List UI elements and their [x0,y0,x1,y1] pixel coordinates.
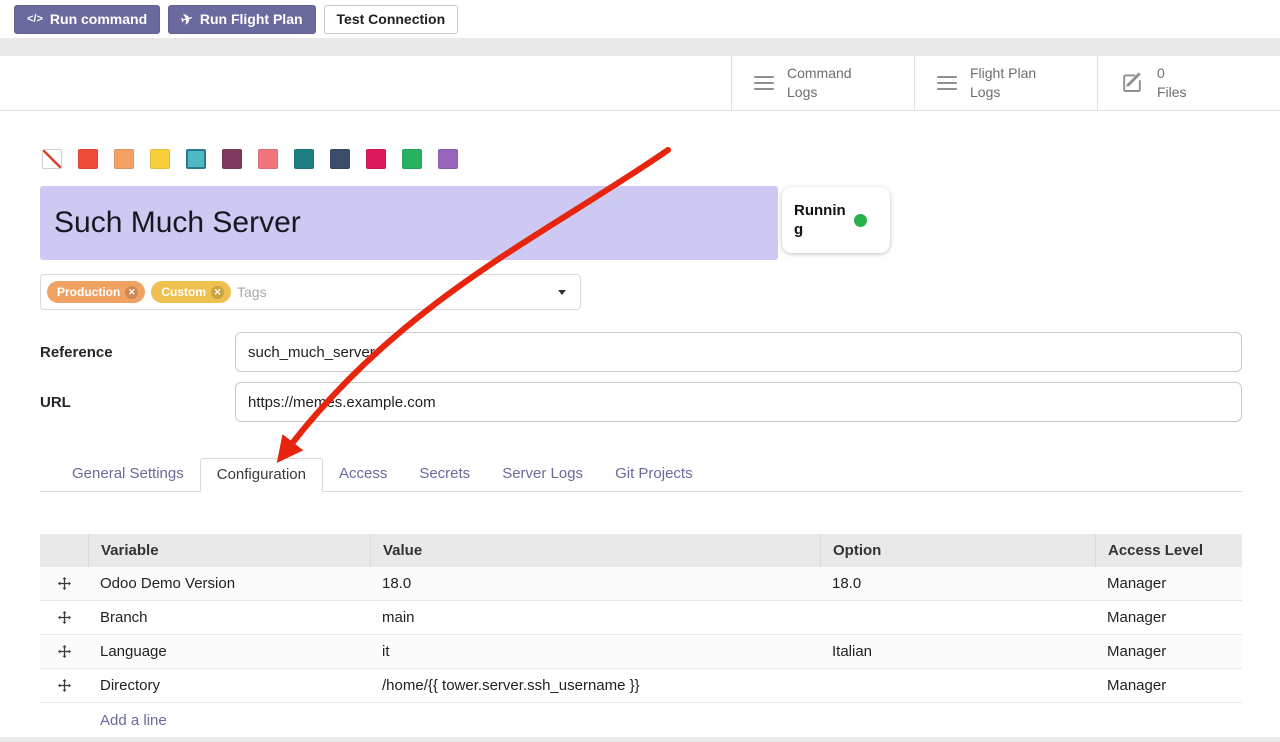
remove-tag-icon[interactable]: ✕ [211,286,224,299]
flight-plan-logs-button[interactable]: Flight Plan Logs [914,56,1097,110]
server-form-page: </> Run command ✈ Run Flight Plan Test C… [0,0,1280,742]
column-value: Value [370,534,820,567]
form-content: Such Much Server Running Production ✕ Cu… [0,149,1280,737]
drag-handle-icon[interactable] [40,645,88,658]
add-line-link[interactable]: Add a line [100,712,167,729]
table-header: Variable Value Option Access Level [40,534,1242,567]
table-row[interactable]: Language it Italian Manager [40,635,1242,669]
color-swatch-orange[interactable] [114,149,134,169]
cell-access-level[interactable]: Manager [1095,609,1242,626]
tags-input[interactable]: Production ✕ Custom ✕ Tags [40,274,581,310]
column-handle [40,534,88,567]
tags-placeholder: Tags [237,284,267,300]
run-flight-plan-label: Run Flight Plan [200,11,303,27]
tag-label: Production [57,285,120,299]
drag-handle-icon[interactable] [40,611,88,624]
tag-production: Production ✕ [47,281,145,303]
url-input[interactable] [235,382,1242,422]
reference-label: Reference [40,344,235,361]
list-lines-icon [754,76,774,91]
color-swatch-teal[interactable] [294,149,314,169]
command-logs-label: Command Logs [787,64,852,102]
status-dot [854,214,867,227]
tab-server-logs[interactable]: Server Logs [486,458,599,491]
tabs-bar: General Settings Configuration Access Se… [40,458,1242,492]
color-swatch-purple[interactable] [438,149,458,169]
tag-label: Custom [161,285,206,299]
cell-variable[interactable]: Directory [88,677,370,694]
tab-secrets[interactable]: Secrets [403,458,486,491]
files-button[interactable]: 0 Files [1097,56,1280,110]
tab-git-projects[interactable]: Git Projects [599,458,709,491]
color-swatch-cyan[interactable] [186,149,206,169]
paper-plane-icon: ✈ [179,9,194,28]
cell-option[interactable]: 18.0 [820,575,1095,592]
cell-variable[interactable]: Language [88,643,370,660]
column-access-level: Access Level [1095,534,1242,567]
chevron-down-icon[interactable] [558,290,566,295]
table-row[interactable]: Odoo Demo Version 18.0 18.0 Manager [40,567,1242,601]
color-picker [42,149,1242,169]
color-swatch-magenta[interactable] [366,149,386,169]
color-swatch-plum[interactable] [222,149,242,169]
table-row[interactable]: Branch main Manager [40,601,1242,635]
color-swatch-no-color[interactable] [42,149,62,169]
cell-access-level[interactable]: Manager [1095,677,1242,694]
command-logs-button[interactable]: Command Logs [731,56,914,110]
header-strip: Command Logs Flight Plan Logs 0 Files [0,56,1280,111]
color-swatch-red[interactable] [78,149,98,169]
code-icon: </> [27,13,43,25]
color-swatch-green[interactable] [402,149,422,169]
status-card[interactable]: Running [782,187,890,253]
tag-custom: Custom ✕ [151,281,231,303]
top-toolbar: </> Run command ✈ Run Flight Plan Test C… [0,0,1280,38]
cell-access-level[interactable]: Manager [1095,643,1242,660]
tab-general-settings[interactable]: General Settings [56,458,200,491]
add-line-row: Add a line [40,703,1242,737]
drag-handle-icon[interactable] [40,577,88,590]
remove-tag-icon[interactable]: ✕ [125,286,138,299]
cell-variable[interactable]: Branch [88,609,370,626]
separator-band [0,38,1280,56]
url-label: URL [40,394,235,411]
cell-value[interactable]: it [370,643,820,660]
url-field-row: URL [40,382,1242,422]
cell-value[interactable]: 18.0 [370,575,820,592]
run-command-button[interactable]: </> Run command [14,5,160,34]
cell-option[interactable]: Italian [820,643,1095,660]
configuration-table: Variable Value Option Access Level Odoo … [40,534,1242,737]
title-row: Such Much Server Running [40,186,1242,260]
tab-configuration[interactable]: Configuration [200,458,323,492]
color-swatch-yellow[interactable] [150,149,170,169]
edit-icon [1120,70,1144,97]
color-swatch-salmon[interactable] [258,149,278,169]
reference-input[interactable] [235,332,1242,372]
tab-access[interactable]: Access [323,458,403,491]
cell-value[interactable]: main [370,609,820,626]
list-lines-icon [937,76,957,91]
cell-value[interactable]: /home/{{ tower.server.ssh_username }} [370,677,820,694]
files-label: 0 Files [1157,64,1187,102]
drag-handle-icon[interactable] [40,679,88,692]
cell-variable[interactable]: Odoo Demo Version [88,575,370,592]
color-swatch-navy[interactable] [330,149,350,169]
bottom-separator-band [0,737,1280,742]
server-name-input[interactable]: Such Much Server [40,186,778,260]
column-option: Option [820,534,1095,567]
reference-field-row: Reference [40,332,1242,372]
test-connection-button[interactable]: Test Connection [324,5,459,34]
table-row[interactable]: Directory /home/{{ tower.server.ssh_user… [40,669,1242,703]
status-label: Running [794,201,846,240]
run-flight-plan-button[interactable]: ✈ Run Flight Plan [168,5,315,34]
column-variable: Variable [88,534,370,567]
flight-plan-logs-label: Flight Plan Logs [970,64,1036,102]
cell-access-level[interactable]: Manager [1095,575,1242,592]
run-command-label: Run command [50,11,147,27]
